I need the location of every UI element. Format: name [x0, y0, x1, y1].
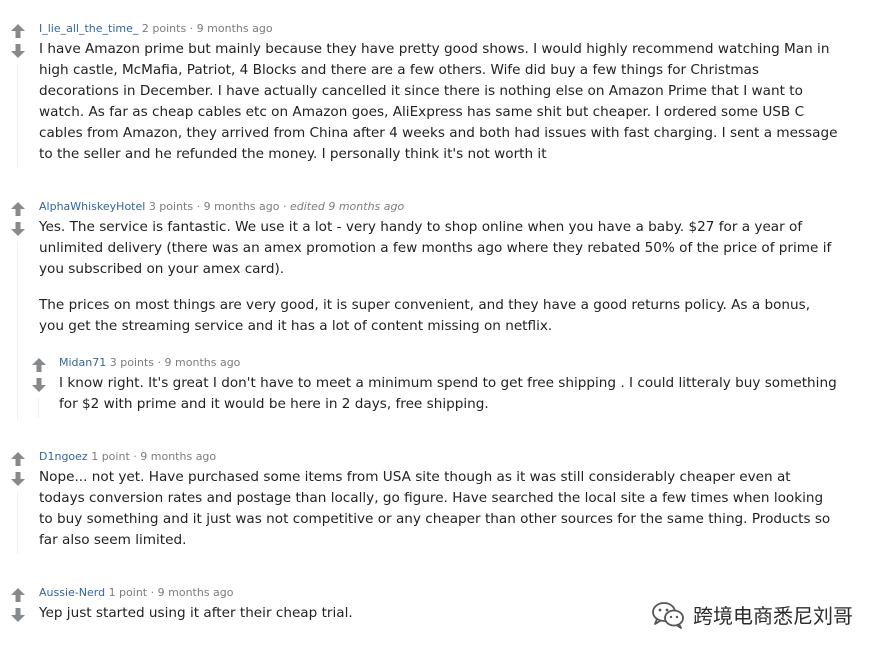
- points: 3 points: [148, 200, 194, 213]
- author-link[interactable]: Aussie-Nerd: [39, 586, 105, 599]
- comment-body: Yes. The service is fantastic. We use it…: [39, 219, 832, 334]
- comment-meta: AlphaWhiskeyHotel 3 points · 9 months ag…: [39, 200, 405, 213]
- comment-meta: Midan71 3 points · 9 months ago: [59, 356, 241, 369]
- thread-line[interactable]: [17, 242, 18, 420]
- comment-body: I have Amazon prime but mainly because t…: [39, 41, 838, 162]
- timestamp[interactable]: 9 months ago: [204, 200, 280, 213]
- points: 1 point: [91, 450, 130, 463]
- author-link[interactable]: Midan71: [59, 356, 106, 369]
- downvote-arrow-icon[interactable]: [31, 376, 47, 394]
- downvote-arrow-icon[interactable]: [10, 606, 26, 624]
- watermark: 跨境电商悉尼刘哥: [651, 600, 853, 629]
- wechat-icon: [651, 601, 685, 629]
- author-link[interactable]: AlphaWhiskeyHotel: [39, 200, 145, 213]
- comment-meta: D1ngoez 1 point · 9 months ago: [39, 450, 217, 463]
- comment-body: Yep just started using it after their ch…: [39, 605, 353, 621]
- author-link[interactable]: D1ngoez: [39, 450, 88, 463]
- upvote-arrow-icon[interactable]: [10, 586, 26, 604]
- comment-meta: I_lie_all_the_time_ 2 points · 9 months …: [39, 22, 273, 35]
- timestamp[interactable]: 9 months ago: [158, 586, 234, 599]
- timestamp[interactable]: 9 months ago: [140, 450, 216, 463]
- downvote-arrow-icon[interactable]: [10, 220, 26, 238]
- thread-line[interactable]: [38, 398, 39, 418]
- thread-line[interactable]: [17, 492, 18, 554]
- author-link[interactable]: I_lie_all_the_time_: [39, 22, 138, 35]
- upvote-arrow-icon[interactable]: [10, 450, 26, 468]
- comment-meta: Aussie-Nerd 1 point · 9 months ago: [39, 586, 234, 599]
- upvote-arrow-icon[interactable]: [31, 356, 47, 374]
- points: 3 points: [109, 356, 155, 369]
- timestamp[interactable]: 9 months ago: [165, 356, 241, 369]
- comment-body: I know right. It's great I don't have to…: [59, 375, 837, 412]
- thread-line[interactable]: [17, 64, 18, 168]
- edited-timestamp[interactable]: edited 9 months ago: [290, 200, 404, 213]
- timestamp[interactable]: 9 months ago: [197, 22, 273, 35]
- comment-body: Nope... not yet. Have purchased some ite…: [39, 469, 831, 548]
- downvote-arrow-icon[interactable]: [10, 42, 26, 60]
- watermark-text: 跨境电商悉尼刘哥: [693, 604, 853, 628]
- points: 1 point: [108, 586, 148, 599]
- downvote-arrow-icon[interactable]: [10, 470, 26, 488]
- upvote-arrow-icon[interactable]: [10, 22, 26, 40]
- upvote-arrow-icon[interactable]: [10, 200, 26, 218]
- points: 2 points: [141, 22, 187, 35]
